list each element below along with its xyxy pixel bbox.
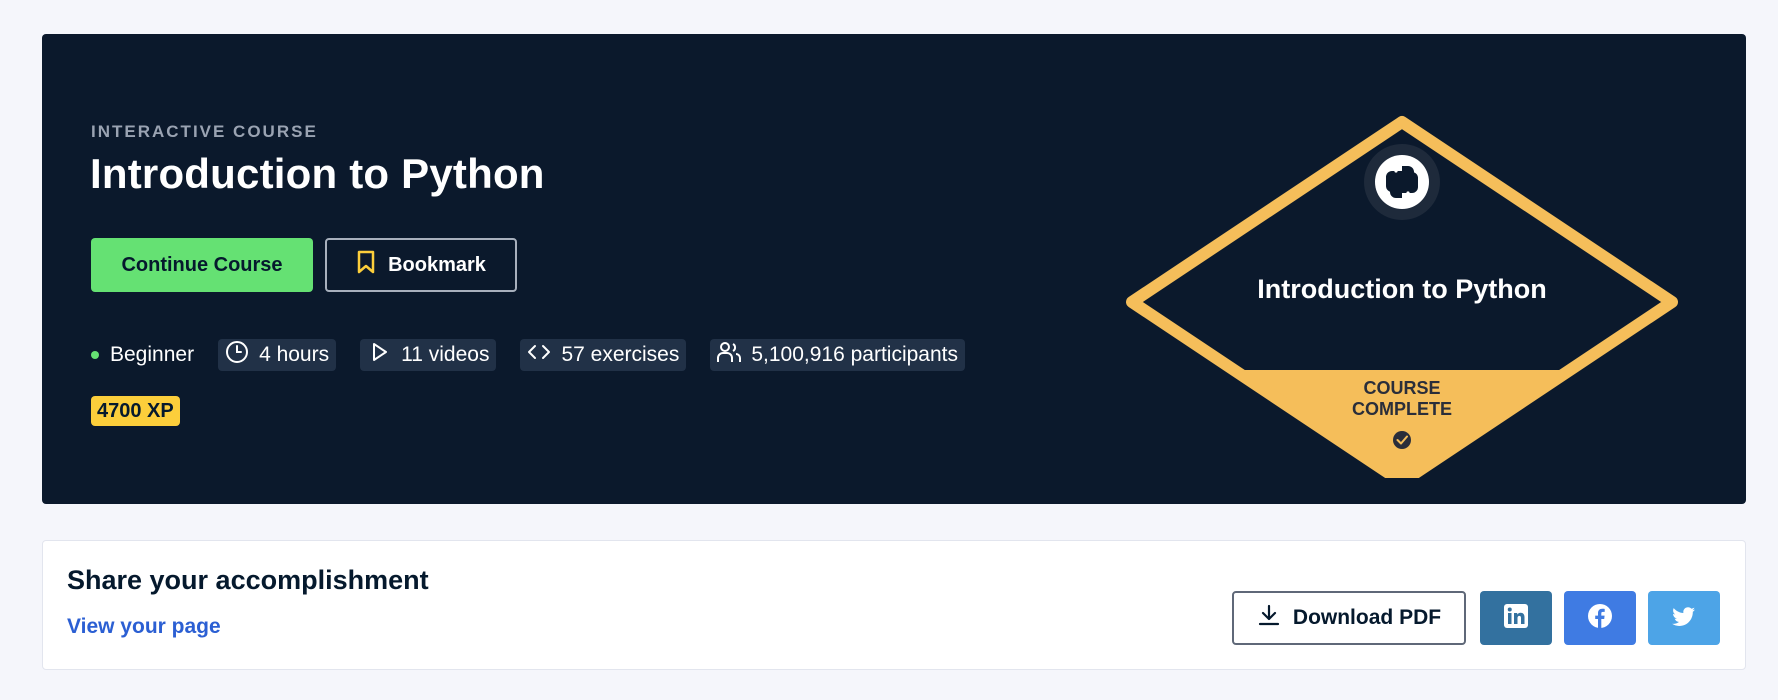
- facebook-share-button[interactable]: [1564, 591, 1636, 645]
- clock-icon: [225, 340, 249, 370]
- continue-course-label: Continue Course: [121, 253, 283, 276]
- participants-icon: [717, 340, 742, 370]
- play-icon: [367, 340, 391, 370]
- participants-label: 5,100,916 participants: [751, 343, 958, 366]
- bookmark-icon: [356, 250, 376, 280]
- continue-course-button[interactable]: Continue Course: [91, 238, 313, 292]
- level-label: Beginner: [110, 343, 195, 366]
- videos-stat: 11 videos: [360, 339, 497, 371]
- participants-stat: 5,100,916 participants: [710, 339, 965, 371]
- xp-badge: 4700 XP: [91, 396, 180, 426]
- course-type-label: INTERACTIVE COURSE: [91, 122, 318, 141]
- bookmark-button[interactable]: Bookmark: [325, 238, 517, 292]
- level-dot-icon: [91, 351, 99, 359]
- share-panel: Share your accomplishment View your page…: [42, 540, 1746, 670]
- duration-label: 4 hours: [259, 343, 330, 366]
- course-stats: Beginner 4 hours 11 videos 57 exercises …: [91, 339, 989, 371]
- course-hero: INTERACTIVE COURSE Introduction to Pytho…: [42, 34, 1746, 504]
- exercises-stat: 57 exercises: [520, 339, 687, 371]
- download-pdf-label: Download PDF: [1292, 606, 1442, 629]
- bookmark-label: Bookmark: [388, 253, 486, 276]
- linkedin-icon: [1503, 603, 1529, 634]
- linkedin-share-button[interactable]: [1480, 591, 1552, 645]
- view-page-link[interactable]: View your page: [67, 615, 221, 639]
- twitter-share-button[interactable]: [1648, 591, 1720, 645]
- badge-status-line1: COURSE: [1363, 378, 1441, 398]
- facebook-icon: [1587, 603, 1613, 634]
- level-stat: Beginner: [91, 343, 194, 367]
- exercises-label: 57 exercises: [561, 343, 680, 366]
- badge-title: Introduction to Python: [1257, 274, 1547, 304]
- course-title: Introduction to Python: [90, 150, 545, 197]
- videos-label: 11 videos: [401, 343, 490, 366]
- badge-status-line2: COMPLETE: [1351, 399, 1452, 419]
- download-icon: [1257, 603, 1281, 633]
- code-icon: [527, 340, 551, 370]
- course-complete-badge: Introduction to Python COURSE COMPLETE: [1112, 78, 1692, 488]
- badge-status: COURSE COMPLETE: [1112, 378, 1692, 420]
- duration-stat: 4 hours: [218, 339, 337, 371]
- twitter-icon: [1671, 603, 1697, 634]
- download-pdf-button[interactable]: Download PDF: [1232, 591, 1466, 645]
- share-title: Share your accomplishment: [67, 565, 429, 595]
